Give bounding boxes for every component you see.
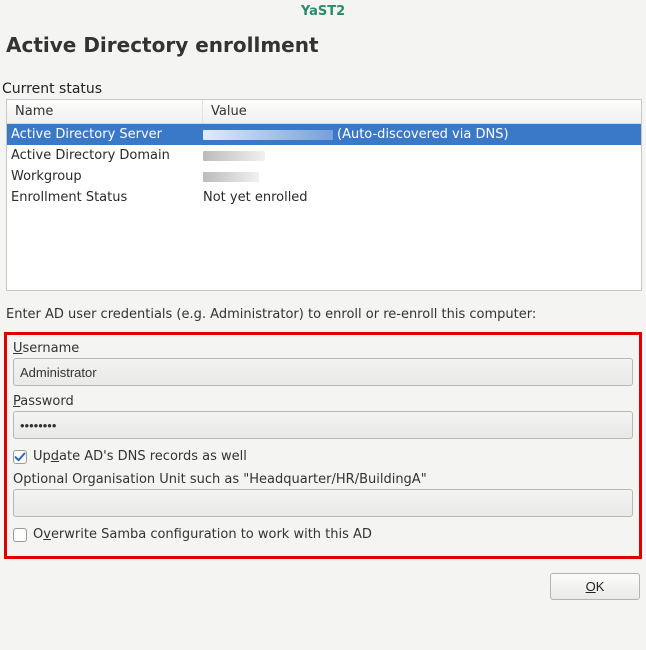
cell-name: Enrollment Status <box>7 190 203 205</box>
button-row: OK <box>0 567 646 600</box>
credentials-instruction: Enter AD user credentials (e.g. Administ… <box>0 291 646 332</box>
redacted-value <box>203 151 265 161</box>
cell-name: Workgroup <box>7 169 203 184</box>
check-icon <box>14 451 26 463</box>
password-input[interactable] <box>13 411 633 439</box>
ok-rest: K <box>596 579 605 594</box>
cell-value: Not yet enrolled <box>203 190 641 205</box>
username-mnemonic: U <box>13 341 23 356</box>
ok-button[interactable]: OK <box>550 573 640 600</box>
current-status-label: Current status <box>0 71 646 99</box>
status-table: Name Value Active Directory Server (Auto-… <box>6 99 642 291</box>
cell-name: Active Directory Domain <box>7 148 203 163</box>
update-dns-row[interactable]: Update AD's DNS records as well <box>13 445 633 470</box>
cell-value: (Auto-discovered via DNS) <box>203 127 641 142</box>
username-input[interactable] <box>13 358 633 386</box>
table-row[interactable]: Active Directory Server (Auto-discovered … <box>7 124 641 145</box>
overwrite-samba-label: Overwrite Samba configuration to work wi… <box>33 527 372 542</box>
overwrite-samba-row[interactable]: Overwrite Samba configuration to work wi… <box>13 523 633 548</box>
table-row[interactable]: Active Directory Domain <box>7 145 641 166</box>
overwrite-samba-checkbox[interactable] <box>13 528 27 542</box>
value-suffix: (Auto-discovered via DNS) <box>337 127 509 142</box>
column-header-value[interactable]: Value <box>203 100 641 123</box>
table-row[interactable]: Workgroup <box>7 166 641 187</box>
highlight-region: Username Password Update AD's DNS record… <box>4 332 642 559</box>
table-row[interactable]: Enrollment StatusNot yet enrolled <box>7 187 641 208</box>
cell-value <box>203 169 641 184</box>
redacted-value <box>203 130 333 140</box>
status-table-body: Active Directory Server (Auto-discovered … <box>7 124 641 290</box>
password-label-rest: assword <box>20 394 73 409</box>
ok-mnemonic: O <box>586 579 596 594</box>
username-label: Username <box>13 339 633 358</box>
org-unit-input[interactable] <box>13 489 633 517</box>
yast2-window: YaST2 Active Directory enrollment Curren… <box>0 0 646 650</box>
cell-name: Active Directory Server <box>7 127 203 142</box>
page-heading: Active Directory enrollment <box>0 25 646 71</box>
status-table-header: Name Value <box>7 100 641 124</box>
window-title: YaST2 <box>0 0 646 25</box>
update-dns-checkbox[interactable] <box>13 450 27 464</box>
username-label-rest: sername <box>23 341 80 356</box>
update-dns-label: Update AD's DNS records as well <box>33 449 247 464</box>
cell-value <box>203 148 641 163</box>
password-label: Password <box>13 392 633 411</box>
org-unit-label: Optional Organisation Unit such as "Head… <box>13 470 633 489</box>
redacted-value <box>203 172 259 182</box>
value-suffix: Not yet enrolled <box>203 190 308 205</box>
column-header-name[interactable]: Name <box>7 100 203 123</box>
